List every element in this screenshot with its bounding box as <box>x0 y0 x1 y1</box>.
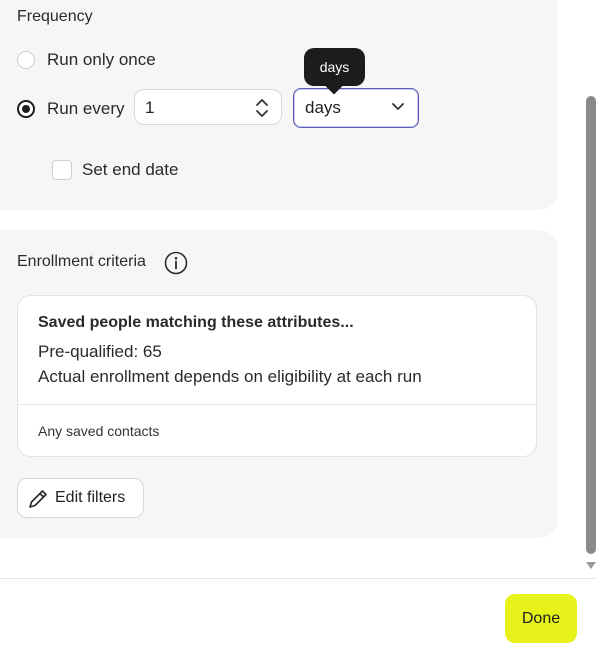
frequency-title: Frequency <box>17 8 93 25</box>
criteria-divider <box>18 404 536 405</box>
unit-tooltip: days <box>304 48 365 86</box>
filter-summary: Any saved contacts <box>38 423 160 439</box>
unit-select[interactable]: days <box>293 88 419 128</box>
stepper-icon[interactable] <box>255 96 269 120</box>
interval-input[interactable]: 1 <box>134 89 282 125</box>
unit-select-value: days <box>305 98 341 117</box>
chevron-down-icon <box>392 103 404 110</box>
prequalified-count: Pre-qualified: 65 <box>38 342 162 361</box>
set-end-date-checkbox[interactable] <box>52 160 72 180</box>
scrollbar-thumb[interactable] <box>586 96 596 554</box>
criteria-heading: Saved people matching these attributes..… <box>38 314 354 331</box>
run-every-radio[interactable] <box>17 100 35 118</box>
enrollment-note: Actual enrollment depends on eligibility… <box>38 367 422 386</box>
run-once-radio[interactable] <box>17 51 35 69</box>
pencil-icon <box>29 490 47 508</box>
interval-value: 1 <box>145 98 155 117</box>
edit-filters-button[interactable]: Edit filters <box>17 478 144 518</box>
scroll-down-icon[interactable] <box>586 562 596 569</box>
info-icon[interactable] <box>164 251 188 275</box>
set-end-date-label[interactable]: Set end date <box>82 160 178 180</box>
run-every-label[interactable]: Run every <box>47 99 124 119</box>
footer-divider <box>0 578 596 579</box>
done-button[interactable]: Done <box>505 594 577 643</box>
criteria-box: Saved people matching these attributes..… <box>17 295 537 457</box>
run-once-label[interactable]: Run only once <box>47 50 156 70</box>
enrollment-title: Enrollment criteria <box>17 253 146 270</box>
edit-filters-label: Edit filters <box>55 489 126 506</box>
